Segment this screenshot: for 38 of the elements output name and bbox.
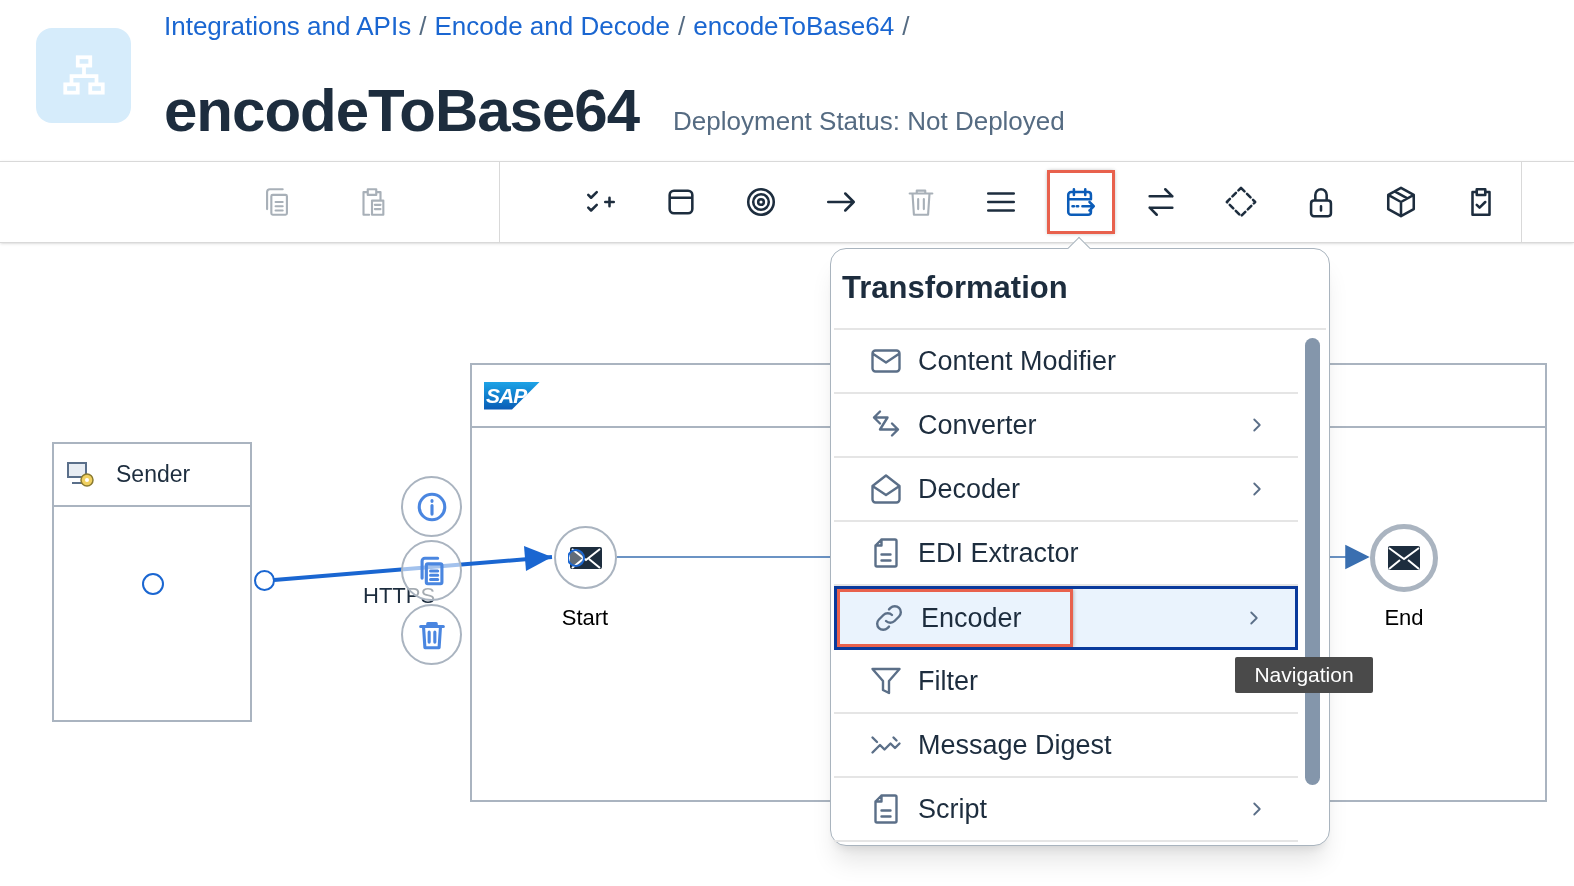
sender-label: Sender [116,460,191,490]
tooltip: Navigation [1235,657,1373,693]
menu-item[interactable]: Script [834,778,1298,842]
breadcrumb-link[interactable]: Encode and Decode [434,9,671,43]
menu-item[interactable]: Message Digest [834,714,1298,778]
open-envelope-icon [868,471,904,507]
cube-icon [1384,185,1418,219]
target-icon [744,185,778,219]
calendar-arrow-icon [1064,185,1098,219]
breadcrumb-separator: / [902,10,910,43]
end-label: End [1383,604,1425,632]
menu-title: Transformation [842,269,1068,308]
envelope-icon [567,544,604,571]
sender-box[interactable]: Sender [52,442,252,722]
breadcrumb-separator: / [678,10,686,43]
arrow-head [524,546,552,571]
app-tile-icon [36,28,131,123]
logo: SAP [484,381,540,410]
page-title: encodeToBase64 [164,79,640,143]
menu-item[interactable]: Decoder [834,458,1298,522]
connection-label: HTTPS [363,582,436,610]
delete-button[interactable] [401,604,462,665]
deployment-status: Deployment Status: Not Deployed [673,105,1065,138]
breadcrumb-link[interactable]: Integrations and APIs [164,9,412,43]
computer-gear-icon [66,460,96,489]
connection-endpoint[interactable] [254,570,275,591]
toolbar-button[interactable] [1048,171,1114,233]
sequence-flow-arrow [1329,545,1370,569]
dashed-diamond-icon [1224,185,1258,219]
envelope-icon [1387,545,1421,571]
info-button[interactable] [401,476,462,537]
menu-item[interactable]: Encoder [834,586,1298,650]
menu-item[interactable]: Converter [834,394,1298,458]
breadcrumb-link[interactable]: encodeToBase64 [693,9,895,43]
start-label: Start [560,604,610,632]
connection-point[interactable] [142,573,164,595]
breadcrumb-separator: / [419,10,427,43]
menu-item[interactable]: Content Modifier [834,330,1298,394]
